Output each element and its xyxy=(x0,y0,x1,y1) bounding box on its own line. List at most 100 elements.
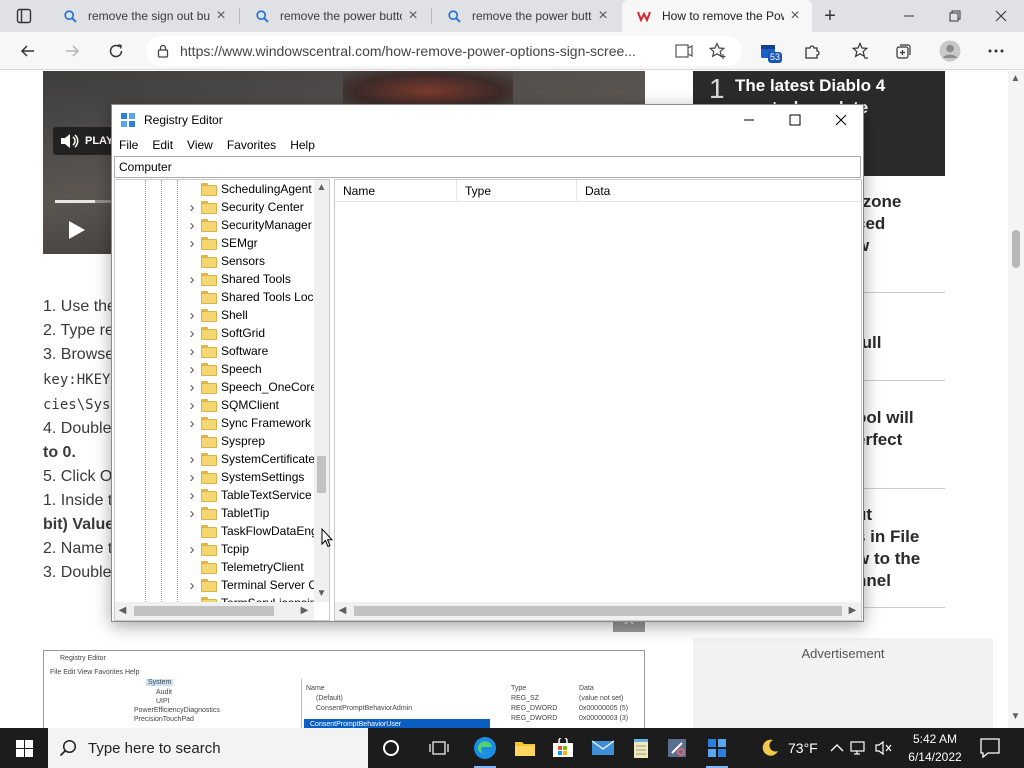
tree-key-item[interactable]: TermServLicensing xyxy=(185,594,314,602)
tree-key-item[interactable]: › Tcpip xyxy=(185,540,314,558)
lock-icon[interactable] xyxy=(146,44,180,58)
registry-values-list[interactable]: Name Type Data ◀ ▶ xyxy=(334,179,862,621)
tree-key-item[interactable]: Shared Tools Loca xyxy=(185,288,314,306)
values-hscroll-thumb[interactable] xyxy=(354,606,842,616)
taskbar-clock[interactable]: 5:42 AM 6/14/2022 xyxy=(902,730,968,766)
play-icon[interactable] xyxy=(69,221,85,239)
tree-scroll-thumb[interactable] xyxy=(317,456,326,493)
add-favorite-button[interactable] xyxy=(704,37,732,65)
browser-minimize-button[interactable] xyxy=(886,0,932,32)
tree-key-item[interactable]: › SEMgr xyxy=(185,234,314,252)
close-tab-icon[interactable]: × xyxy=(592,5,614,27)
extension-button[interactable]: 53 xyxy=(754,37,783,65)
expand-chevron-icon[interactable]: › xyxy=(185,324,199,342)
registry-editor-titlebar[interactable]: Registry Editor xyxy=(112,105,863,135)
expand-chevron-icon[interactable]: › xyxy=(185,504,199,522)
browser-close-button[interactable] xyxy=(978,0,1024,32)
taskbar-mail[interactable] xyxy=(584,728,622,768)
taskbar-search-box[interactable]: Type here to search xyxy=(48,728,368,768)
tree-key-item[interactable]: › Speech xyxy=(185,360,314,378)
page-scrollbar[interactable]: ▲ ▼ xyxy=(1008,71,1024,728)
expand-chevron-icon[interactable]: › xyxy=(185,306,199,324)
browser-restore-button[interactable] xyxy=(932,0,978,32)
tree-key-item[interactable]: › Shared Tools xyxy=(185,270,314,288)
favorites-button[interactable] xyxy=(846,37,874,65)
cortana-button[interactable] xyxy=(372,728,410,768)
browser-tab[interactable]: remove the power button × xyxy=(240,0,430,32)
column-header-type[interactable]: Type xyxy=(457,180,577,202)
expand-chevron-icon[interactable]: › xyxy=(185,216,199,234)
tree-key-item[interactable]: SchedulingAgent xyxy=(185,180,314,198)
tree-key-item[interactable]: › Terminal Server Cl xyxy=(185,576,315,594)
tree-hscroll-thumb[interactable] xyxy=(134,606,274,616)
settings-menu-button[interactable] xyxy=(982,37,1010,65)
back-button[interactable] xyxy=(14,37,42,65)
start-button[interactable] xyxy=(0,728,48,768)
tree-key-item[interactable]: › Shell xyxy=(185,306,314,324)
tree-key-item[interactable]: › SystemSettings xyxy=(185,468,314,486)
tree-key-item[interactable]: › TabletTip xyxy=(185,504,314,522)
tree-key-item[interactable]: › Speech_OneCore xyxy=(185,378,315,396)
scroll-right-arrow-icon[interactable]: ▶ xyxy=(845,605,860,616)
expand-chevron-icon[interactable]: › xyxy=(185,198,199,216)
tree-key-item[interactable]: › SQMClient xyxy=(185,396,314,414)
sidebar-link-text[interactable]: s in File xyxy=(856,526,919,548)
expand-chevron-icon[interactable]: › xyxy=(185,540,199,558)
profile-button[interactable] xyxy=(936,37,964,65)
forward-button[interactable] xyxy=(58,37,86,65)
tree-key-item[interactable]: › SecurityManager xyxy=(185,216,314,234)
weather-temperature[interactable]: 73°F xyxy=(788,740,818,756)
task-view-button[interactable] xyxy=(420,728,458,768)
scroll-left-arrow-icon[interactable]: ◀ xyxy=(335,605,350,616)
expand-chevron-icon[interactable]: › xyxy=(185,576,199,594)
browser-tab[interactable]: remove the power button × xyxy=(432,0,620,32)
close-tab-icon[interactable]: × xyxy=(784,5,806,27)
expand-chevron-icon[interactable]: › xyxy=(185,378,199,396)
tree-key-item[interactable]: › SystemCertificates xyxy=(185,450,315,468)
column-header-name[interactable]: Name xyxy=(335,180,457,202)
close-tab-icon[interactable]: × xyxy=(402,5,424,27)
menu-favorites[interactable]: Favorites xyxy=(227,138,276,152)
column-header-data[interactable]: Data xyxy=(577,180,697,202)
tree-key-item[interactable]: › Software xyxy=(185,342,314,360)
address-bar[interactable]: https://www.windowscentral.com/how-remov… xyxy=(146,36,742,66)
tree-key-item[interactable]: › SoftGrid xyxy=(185,324,314,342)
sidebar-link-text[interactable]: ool will xyxy=(856,407,914,429)
scroll-up-arrow-icon[interactable]: ▲ xyxy=(1008,73,1023,84)
close-tab-icon[interactable]: × xyxy=(210,5,232,27)
chevron-up-icon[interactable] xyxy=(830,743,844,753)
tree-key-item[interactable]: › TableTextService xyxy=(185,486,314,504)
scroll-right-arrow-icon[interactable]: ▶ xyxy=(297,605,312,616)
tree-horizontal-scrollbar[interactable]: ◀ ▶ xyxy=(115,602,314,620)
scroll-up-arrow-icon[interactable]: ▲ xyxy=(314,182,329,193)
tab-actions-button[interactable] xyxy=(10,2,38,30)
scroll-left-arrow-icon[interactable]: ◀ xyxy=(115,605,130,616)
scroll-down-arrow-icon[interactable]: ▼ xyxy=(314,588,329,599)
taskbar-edge[interactable] xyxy=(466,728,504,768)
sidebar-link-text[interactable]: w to the xyxy=(856,548,920,570)
expand-chevron-icon[interactable]: › xyxy=(185,468,199,486)
values-horizontal-scrollbar[interactable]: ◀ ▶ xyxy=(335,602,861,620)
regedit-maximize-button[interactable] xyxy=(772,105,818,135)
menu-edit[interactable]: Edit xyxy=(152,138,173,152)
regedit-minimize-button[interactable] xyxy=(726,105,772,135)
page-scroll-thumb[interactable] xyxy=(1012,230,1020,268)
tree-key-item[interactable]: TelemetryClient xyxy=(185,558,314,576)
taskbar-snipping-tool[interactable] xyxy=(658,728,696,768)
menu-view[interactable]: View xyxy=(187,138,213,152)
tree-key-item[interactable]: › Security Center xyxy=(185,198,314,216)
taskbar-file-explorer[interactable] xyxy=(506,728,544,768)
browser-tab[interactable]: remove the sign out button × xyxy=(48,0,238,32)
expand-chevron-icon[interactable]: › xyxy=(185,360,199,378)
expand-chevron-icon[interactable]: › xyxy=(185,234,199,252)
tree-key-item[interactable]: Sensors xyxy=(185,252,314,270)
weather-moon-icon[interactable] xyxy=(760,738,780,758)
expand-chevron-icon[interactable]: › xyxy=(185,342,199,360)
expand-chevron-icon[interactable]: › xyxy=(185,270,199,288)
tree-key-item[interactable]: › Sync Framework xyxy=(185,414,314,432)
scroll-down-arrow-icon[interactable]: ▼ xyxy=(1008,711,1023,722)
url-text[interactable]: https://www.windowscentral.com/how-remov… xyxy=(180,43,742,59)
regedit-close-button[interactable] xyxy=(818,105,864,135)
expand-chevron-icon[interactable]: › xyxy=(185,414,199,432)
menu-help[interactable]: Help xyxy=(290,138,315,152)
